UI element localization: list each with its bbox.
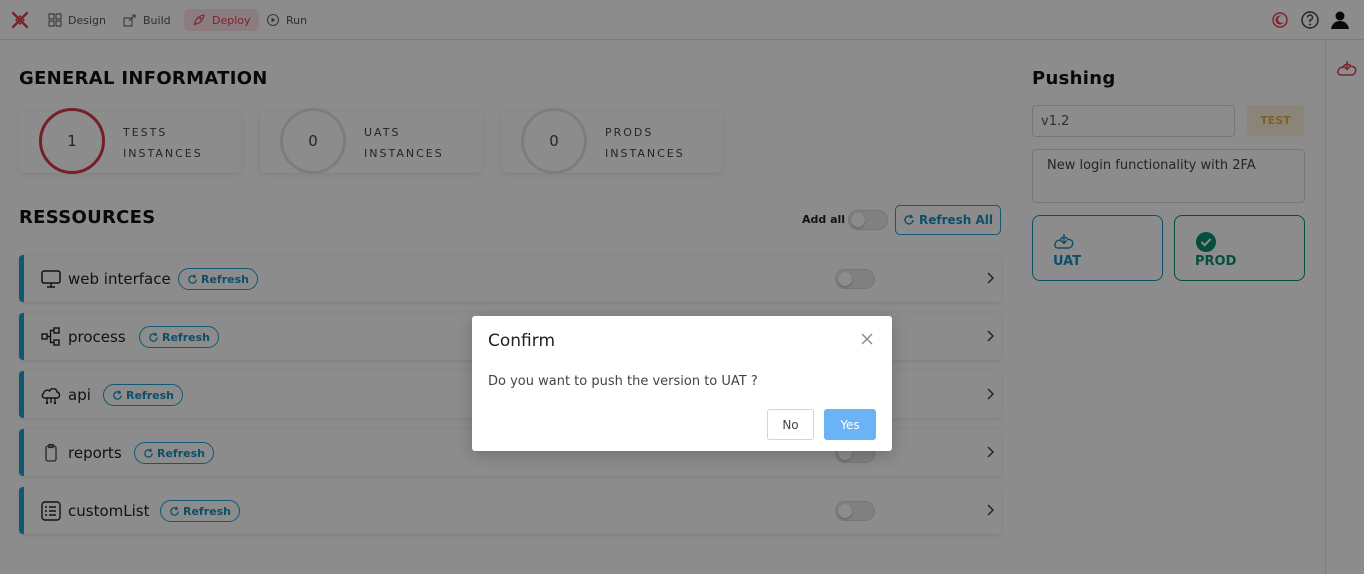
yes-button[interactable]: Yes bbox=[824, 409, 876, 440]
close-icon[interactable] bbox=[860, 332, 874, 346]
confirm-dialog: Confirm Do you want to push the version … bbox=[472, 316, 892, 451]
dialog-message: Do you want to push the version to UAT ? bbox=[488, 374, 758, 389]
modal-overlay[interactable] bbox=[0, 0, 1364, 574]
dialog-title: Confirm bbox=[488, 331, 556, 351]
no-button[interactable]: No bbox=[767, 409, 814, 440]
